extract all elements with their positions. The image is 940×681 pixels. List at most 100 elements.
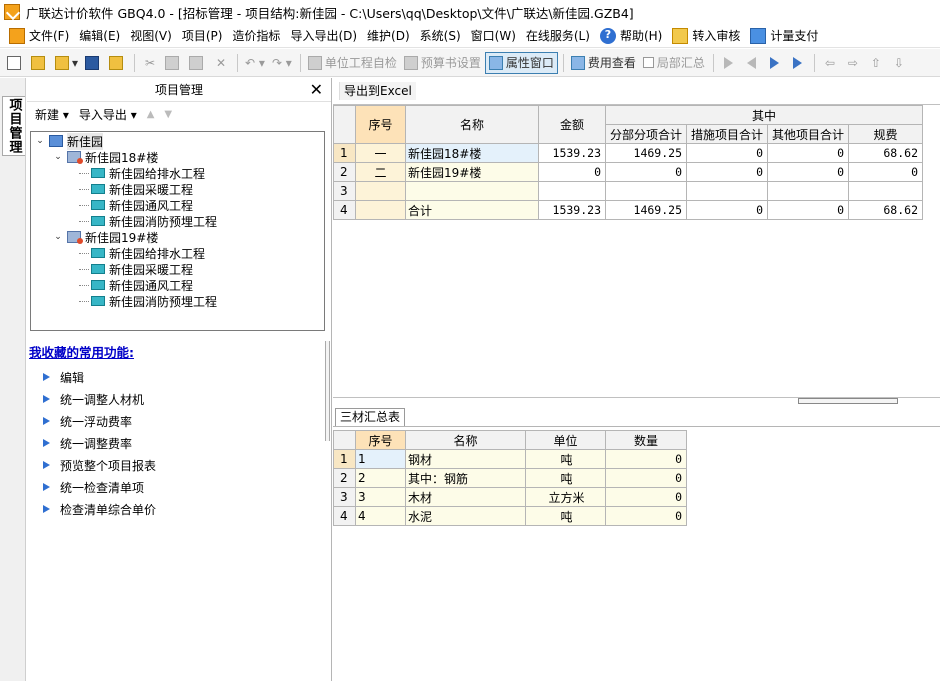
- open-button[interactable]: ▾: [52, 52, 81, 74]
- cell-name[interactable]: 其中：钢筋: [405, 468, 526, 488]
- cell-csxm[interactable]: 0: [686, 200, 768, 220]
- table-row[interactable]: 2 2 其中：钢筋 吨 0: [333, 468, 687, 488]
- menu-help[interactable]: ? 帮助(H): [595, 26, 667, 46]
- export-excel-button[interactable]: 导出到Excel: [339, 82, 416, 100]
- table-row[interactable]: 3 3 木材 立方米 0: [333, 487, 687, 507]
- budget-settings-button[interactable]: 预算书设置: [401, 52, 484, 74]
- cell-unit[interactable]: 吨: [525, 449, 606, 469]
- menu-edit[interactable]: 编辑(E): [74, 26, 125, 46]
- cut-button[interactable]: ✂: [139, 52, 161, 74]
- property-window-button[interactable]: 属性窗口: [484, 51, 558, 74]
- cell-name[interactable]: 木材: [405, 487, 526, 507]
- cell-gf[interactable]: 68.62: [848, 200, 923, 220]
- save-button[interactable]: [82, 52, 105, 74]
- favorite-item[interactable]: 统一调整人材机: [43, 388, 156, 410]
- next-button[interactable]: [764, 52, 786, 74]
- cell-name[interactable]: 新佳园19#楼: [405, 162, 539, 182]
- collapse-icon[interactable]: ⌄: [35, 136, 45, 146]
- menu-maintain[interactable]: 维护(D): [362, 26, 415, 46]
- tab-three-materials-summary[interactable]: 三材汇总表: [335, 408, 406, 427]
- cell-seq[interactable]: [355, 200, 406, 220]
- self-check-button[interactable]: 单位工程自检: [305, 52, 400, 74]
- cell-unit[interactable]: 立方米: [525, 487, 606, 507]
- prev-button[interactable]: [741, 52, 763, 74]
- favorite-item[interactable]: 预览整个项目报表: [43, 454, 156, 476]
- cell-seq[interactable]: 一: [355, 143, 406, 163]
- collapse-icon[interactable]: ⌄: [53, 232, 63, 242]
- cell-unit[interactable]: 吨: [525, 468, 606, 488]
- cell-seq[interactable]: [355, 181, 406, 201]
- col-header-csxm[interactable]: 措施项目合计: [686, 124, 768, 144]
- table-row[interactable]: 2 二 新佳园19#楼 0 0 0 0 0: [333, 162, 923, 182]
- cell-gf[interactable]: 0: [848, 162, 923, 182]
- tree-unit[interactable]: 新佳园消防预埋工程: [31, 293, 324, 309]
- tree-building[interactable]: ⌄ 新佳园18#楼: [31, 149, 324, 165]
- cell-seq[interactable]: 3: [355, 487, 406, 507]
- favorite-item[interactable]: 编辑: [43, 366, 156, 388]
- menu-system[interactable]: 系统(S): [415, 26, 466, 46]
- tree-unit[interactable]: 新佳园消防预埋工程: [31, 213, 324, 229]
- cell-fbfx[interactable]: 1469.25: [605, 200, 687, 220]
- cell-gf[interactable]: 68.62: [848, 143, 923, 163]
- tree-root[interactable]: ⌄ 新佳园: [31, 132, 324, 150]
- menu-project[interactable]: 项目(P): [177, 26, 228, 46]
- cell-name[interactable]: 钢材: [405, 449, 526, 469]
- cell-qtxm[interactable]: [767, 181, 849, 201]
- cell-amount[interactable]: 1539.23: [538, 200, 606, 220]
- col-header-seq[interactable]: 序号: [355, 430, 406, 450]
- tab-project-management[interactable]: 项目管理: [2, 96, 25, 156]
- copy-button[interactable]: [162, 52, 185, 74]
- table-row[interactable]: 4 4 水泥 吨 0: [333, 506, 687, 526]
- favorite-item[interactable]: 统一调整费率: [43, 432, 156, 454]
- col-header-fbfx[interactable]: 分部分项合计: [605, 124, 687, 144]
- col-header-qtxm[interactable]: 其他项目合计: [767, 124, 849, 144]
- col-header-gf[interactable]: 规费: [848, 124, 923, 144]
- menu-cost-index[interactable]: 造价指标: [227, 26, 285, 46]
- favorite-item[interactable]: 统一浮动费率: [43, 410, 156, 432]
- cell-qty[interactable]: 0: [605, 506, 687, 526]
- cell-amount[interactable]: [538, 181, 606, 201]
- redo-button[interactable]: ↷ ▾: [269, 52, 295, 74]
- cell-qtxm[interactable]: 0: [767, 200, 849, 220]
- splitter-handle[interactable]: [325, 341, 330, 441]
- collapse-icon[interactable]: ⌄: [53, 152, 63, 162]
- cell-csxm[interactable]: 0: [686, 162, 768, 182]
- cell-seq[interactable]: 4: [355, 506, 406, 526]
- menu-import-export[interactable]: 导入导出(D): [285, 26, 362, 46]
- table-row[interactable]: 1 1 钢材 吨 0: [333, 449, 687, 469]
- new-dropdown[interactable]: 新建 ▾: [35, 106, 69, 123]
- close-icon[interactable]: ✕: [310, 80, 323, 99]
- move-right-button[interactable]: ⇨: [842, 52, 864, 74]
- move-down-icon[interactable]: ▼: [164, 109, 172, 120]
- tree-building[interactable]: ⌄ 新佳园19#楼: [31, 229, 324, 245]
- cell-unit[interactable]: 吨: [525, 506, 606, 526]
- move-up-icon[interactable]: ▲: [147, 109, 155, 120]
- favorite-item[interactable]: 检查清单综合单价: [43, 498, 156, 520]
- move-down-button[interactable]: ⇩: [888, 52, 910, 74]
- cell-name[interactable]: 合计: [405, 200, 539, 220]
- table-row[interactable]: 3: [333, 181, 923, 201]
- tree-unit[interactable]: 新佳园通风工程: [31, 197, 324, 213]
- table-row-total[interactable]: 4 合计 1539.23 1469.25 0 0 68.62: [333, 200, 923, 220]
- cell-fbfx[interactable]: 0: [605, 162, 687, 182]
- menu-window[interactable]: 窗口(W): [466, 26, 521, 46]
- col-header-unit[interactable]: 单位: [525, 430, 606, 450]
- cell-amount[interactable]: 1539.23: [538, 143, 606, 163]
- cell-csxm[interactable]: 0: [686, 143, 768, 163]
- partial-summary-button[interactable]: 局部汇总: [640, 52, 708, 74]
- tree-unit[interactable]: 新佳园通风工程: [31, 277, 324, 293]
- move-left-button[interactable]: ⇦: [819, 52, 841, 74]
- cell-fbfx[interactable]: [605, 181, 687, 201]
- col-header-qty[interactable]: 数量: [605, 430, 687, 450]
- cell-name[interactable]: 水泥: [405, 506, 526, 526]
- cell-csxm[interactable]: [686, 181, 768, 201]
- new-project-button[interactable]: [28, 52, 51, 74]
- move-up-button[interactable]: ⇧: [865, 52, 887, 74]
- table-row[interactable]: 1 一 新佳园18#楼 1539.23 1469.25 0 0 68.62: [333, 143, 923, 163]
- cell-qtxm[interactable]: 0: [767, 143, 849, 163]
- cell-name[interactable]: [405, 181, 539, 201]
- cell-qty[interactable]: 0: [605, 468, 687, 488]
- col-header-amount[interactable]: 金额: [538, 105, 606, 144]
- delete-button[interactable]: ✕: [210, 52, 232, 74]
- cell-name[interactable]: 新佳园18#楼: [405, 143, 539, 163]
